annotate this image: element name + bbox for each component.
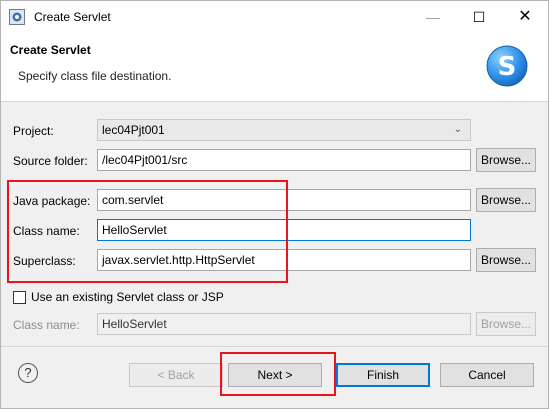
source-folder-label: Source folder: [13, 154, 88, 168]
use-existing-checkbox[interactable] [13, 291, 26, 304]
source-folder-browse-button[interactable]: Browse... [476, 148, 536, 172]
existing-class-name-field: HelloServlet [97, 313, 471, 335]
existing-class-browse-button: Browse... [476, 312, 536, 336]
project-label: Project: [13, 124, 54, 138]
footer-separator [1, 346, 548, 347]
source-folder-field[interactable]: /lec04Pjt001/src [97, 149, 471, 171]
chevron-down-icon: ⌄ [453, 124, 462, 135]
java-package-browse-button[interactable]: Browse... [476, 188, 536, 212]
wizard-header: Create Servlet Specify class file destin… [1, 33, 548, 102]
eclipse-app-icon [9, 9, 25, 25]
logo-letter: S [498, 52, 517, 82]
title-bar: Create Servlet — ☐ ✕ [1, 1, 548, 33]
highlight-box-fields [7, 180, 288, 283]
finish-button[interactable]: Finish [336, 363, 430, 387]
project-value: lec04Pjt001 [102, 123, 165, 137]
highlight-box-next [220, 352, 336, 396]
cancel-button[interactable]: Cancel [440, 363, 534, 387]
minimize-button[interactable]: — [410, 1, 456, 33]
window-title: Create Servlet [34, 10, 111, 24]
back-button: < Back [129, 363, 223, 387]
maximize-button[interactable]: ☐ [456, 1, 502, 33]
wizard-subtitle: Specify class file destination. [18, 69, 172, 83]
wizard-title: Create Servlet [10, 43, 91, 57]
superclass-browse-button[interactable]: Browse... [476, 248, 536, 272]
help-icon[interactable]: ? [18, 363, 38, 383]
close-button[interactable]: ✕ [502, 1, 548, 33]
create-servlet-dialog: Create Servlet — ☐ ✕ Create Servlet Spec… [0, 0, 549, 409]
servlet-logo-icon: S [486, 45, 528, 87]
existing-class-name-label: Class name: [13, 318, 80, 332]
use-existing-label: Use an existing Servlet class or JSP [31, 290, 224, 304]
project-select[interactable]: lec04Pjt001 ⌄ [97, 119, 471, 141]
